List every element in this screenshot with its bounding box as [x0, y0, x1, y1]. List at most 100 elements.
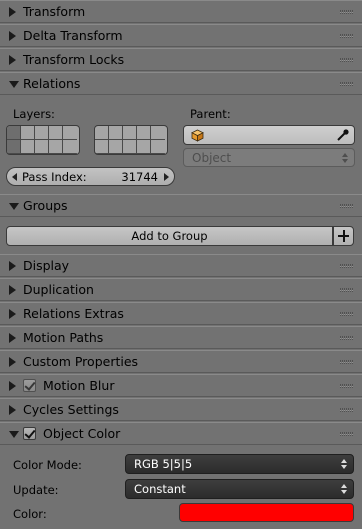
- motion-blur-checkbox[interactable]: [23, 379, 36, 392]
- decrement-arrow-icon[interactable]: [12, 173, 17, 181]
- layer-cell[interactable]: [63, 126, 77, 140]
- color-label: Color:: [13, 507, 47, 521]
- update-label: Update:: [13, 483, 59, 497]
- color-swatch[interactable]: [179, 503, 354, 522]
- triangle-right-icon: [9, 357, 16, 367]
- panel-header-transform-locks[interactable]: Transform Locks: [0, 48, 362, 71]
- layer-cell[interactable]: [151, 140, 165, 154]
- plus-icon-stem: [343, 230, 345, 242]
- triangle-right-icon: [9, 261, 16, 271]
- grip-icon[interactable]: [340, 432, 354, 436]
- grip-icon[interactable]: [340, 336, 354, 340]
- panel-title: Groups: [23, 198, 68, 213]
- color-mode-select[interactable]: RGB 5|5|5: [125, 454, 354, 474]
- grip-icon[interactable]: [340, 408, 354, 412]
- layer-cell[interactable]: [7, 140, 21, 154]
- grip-icon[interactable]: [340, 312, 354, 316]
- panel-title: Cycles Settings: [23, 402, 119, 417]
- layer-cell[interactable]: [49, 140, 63, 154]
- parent-type-select[interactable]: Object: [183, 148, 355, 167]
- panel-header-motion-paths[interactable]: Motion Paths: [0, 326, 362, 349]
- pass-index-label: Pass Index:: [22, 170, 87, 184]
- triangle-right-icon: [9, 309, 16, 319]
- panel-header-relations-extras[interactable]: Relations Extras: [0, 302, 362, 325]
- layer-cell[interactable]: [63, 140, 77, 154]
- color-mode-label: Color Mode:: [13, 458, 82, 472]
- layers-grid-right[interactable]: [94, 125, 168, 155]
- layer-cell[interactable]: [35, 126, 49, 140]
- layers-label: Layers:: [13, 107, 55, 121]
- layer-cell[interactable]: [7, 126, 21, 140]
- panel-header-object-color[interactable]: Object Color: [0, 422, 362, 445]
- grip-icon[interactable]: [340, 10, 354, 14]
- layer-cell[interactable]: [35, 140, 49, 154]
- panel-header-display[interactable]: Display: [0, 254, 362, 277]
- panel-header-transform[interactable]: Transform: [0, 0, 362, 23]
- grip-icon[interactable]: [340, 58, 354, 62]
- layer-cell[interactable]: [137, 140, 151, 154]
- panel-title: Transform: [23, 4, 86, 19]
- check-icon: [24, 379, 36, 391]
- triangle-right-icon: [9, 7, 16, 17]
- color-mode-value: RGB 5|5|5: [134, 457, 193, 471]
- layers-grid-left[interactable]: [6, 125, 80, 155]
- parent-type-value: Object: [192, 151, 232, 165]
- layer-cell[interactable]: [49, 126, 63, 140]
- grip-icon[interactable]: [340, 34, 354, 38]
- triangle-right-icon: [9, 381, 16, 391]
- panel-header-groups[interactable]: Groups: [0, 194, 362, 217]
- panel-title: Delta Transform: [23, 28, 123, 43]
- panel-header-custom-properties[interactable]: Custom Properties: [0, 350, 362, 373]
- panel-header-cycles-settings[interactable]: Cycles Settings: [0, 398, 362, 421]
- arrow-down-icon: [341, 465, 347, 469]
- object-color-checkbox[interactable]: [23, 427, 36, 440]
- parent-field[interactable]: [183, 125, 355, 145]
- panel-title: Object Color: [43, 426, 121, 441]
- panel-header-motion-blur[interactable]: Motion Blur: [0, 374, 362, 397]
- arrow-up-icon: [341, 484, 347, 488]
- panel-title: Display: [23, 258, 70, 273]
- grip-icon[interactable]: [340, 384, 354, 388]
- grip-icon[interactable]: [340, 288, 354, 292]
- layer-cell[interactable]: [109, 140, 123, 154]
- layer-cell[interactable]: [95, 140, 109, 154]
- panel-title: Motion Blur: [43, 378, 115, 393]
- grip-icon[interactable]: [340, 360, 354, 364]
- panel-title: Motion Paths: [23, 330, 104, 345]
- layer-cell[interactable]: [21, 126, 35, 140]
- increment-arrow-icon[interactable]: [164, 173, 169, 181]
- panel-header-duplication[interactable]: Duplication: [0, 278, 362, 301]
- panel-title: Custom Properties: [23, 354, 139, 369]
- update-value: Constant: [134, 482, 186, 496]
- triangle-right-icon: [9, 405, 16, 415]
- grip-icon[interactable]: [340, 204, 354, 208]
- add-to-group-button[interactable]: Add to Group: [6, 226, 333, 246]
- add-group-plus-button[interactable]: [333, 226, 354, 246]
- pass-index-field[interactable]: Pass Index: 31744: [6, 167, 175, 186]
- triangle-right-icon: [9, 285, 16, 295]
- arrow-up-icon: [341, 459, 347, 463]
- layer-cell[interactable]: [95, 126, 109, 140]
- panel-title: Relations: [23, 76, 81, 91]
- layer-cell[interactable]: [123, 126, 137, 140]
- layer-cell[interactable]: [109, 126, 123, 140]
- grip-icon[interactable]: [340, 82, 354, 86]
- triangle-down-icon: [9, 81, 19, 88]
- check-icon: [24, 427, 36, 439]
- layer-cell[interactable]: [21, 140, 35, 154]
- parent-label: Parent:: [190, 107, 231, 121]
- triangle-down-icon: [9, 203, 19, 210]
- pass-index-value: 31744: [121, 170, 158, 184]
- layer-cell[interactable]: [137, 126, 151, 140]
- panel-title: Transform Locks: [23, 52, 125, 67]
- triangle-right-icon: [9, 55, 16, 65]
- object-cube-icon: [191, 129, 204, 142]
- panel-header-relations[interactable]: Relations: [0, 72, 362, 95]
- layer-cell[interactable]: [151, 126, 165, 140]
- update-select[interactable]: Constant: [125, 479, 354, 499]
- grip-icon[interactable]: [340, 264, 354, 268]
- panel-header-delta-transform[interactable]: Delta Transform: [0, 24, 362, 47]
- layer-cell[interactable]: [123, 140, 137, 154]
- arrow-up-icon: [342, 153, 348, 157]
- eyedropper-icon[interactable]: [336, 128, 350, 142]
